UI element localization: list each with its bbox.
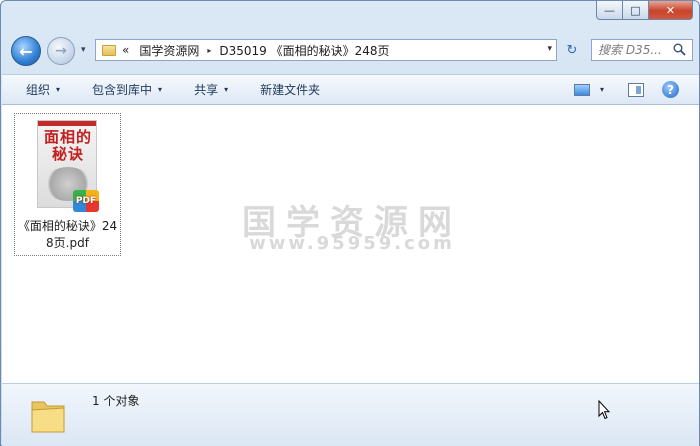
caption-buttons: — □ ✕ [596,1,693,20]
watermark-url: www.95959.com [249,233,455,254]
refresh-icon: ↻ [566,42,578,58]
mouse-cursor-icon [598,400,610,420]
change-view-button[interactable]: ▾ [573,83,604,96]
thumbnail-band [38,121,96,126]
arrow-right-icon: → [55,43,67,59]
include-library-label: 包含到库中 [92,83,153,97]
toolbar-right-group: ▾ ? [573,75,699,104]
explorer-window: — □ ✕ ← → ▾ « 国学资源网 ▸ D35019 《面相的秘诀》248页… [0,0,700,446]
details-pane: 1 个对象 [2,383,699,446]
arrow-left-icon: ← [19,41,33,61]
breadcrumb-overflow[interactable]: « [122,43,129,57]
chevron-down-icon: ▾ [224,85,229,94]
chevron-down-icon: ▾ [56,85,61,94]
search-box[interactable] [591,39,693,61]
share-button[interactable]: 共享 ▾ [174,75,240,104]
address-dropdown-icon[interactable]: ▾ [547,44,552,54]
breadcrumb: « 国学资源网 ▸ D35019 《面相的秘诀》248页 [122,42,390,59]
breadcrumb-item-root[interactable]: 国学资源网 [139,42,199,59]
thumbnail-title: 面相的秘诀 [43,128,92,163]
new-folder-button[interactable]: 新建文件夹 [240,75,332,104]
new-folder-label: 新建文件夹 [260,83,321,97]
chevron-right-icon[interactable]: ▸ [207,46,211,55]
organize-button[interactable]: 组织 ▾ [2,75,72,104]
back-button[interactable]: ← [11,36,41,66]
command-bar: 组织 ▾ 包含到库中 ▾ 共享 ▾ 新建文件夹 ▾ ? [2,74,699,105]
preview-pane-button[interactable] [628,82,644,97]
recent-pages-dropdown[interactable]: ▾ [81,45,86,55]
share-label: 共享 [194,83,219,97]
item-count: 1 个对象 [92,394,140,408]
view-icon [573,83,590,96]
pdf-icon: PDF [73,190,99,212]
minimize-button[interactable]: — [596,1,623,20]
file-name: 《面相的秘诀》248页.pdf [17,219,118,250]
chevron-down-icon: ▾ [158,85,163,94]
preview-pane-icon [628,82,644,97]
organize-label: 组织 [26,83,51,97]
help-button[interactable]: ? [662,81,679,98]
search-input[interactable] [598,43,670,57]
search-icon[interactable] [673,43,686,56]
file-list-area[interactable]: 国学资源网 www.95959.com 面相的秘诀 PDF 《面相的秘诀》248… [2,105,699,383]
address-bar[interactable]: « 国学资源网 ▸ D35019 《面相的秘诀》248页 ▾ [95,39,557,61]
folder-icon [31,401,65,433]
breadcrumb-item-current[interactable]: D35019 《面相的秘诀》248页 [219,42,389,59]
folder-icon [102,44,116,56]
maximize-button[interactable]: □ [623,1,649,20]
include-in-library-button[interactable]: 包含到库中 ▾ [72,75,174,104]
file-item[interactable]: 面相的秘诀 PDF 《面相的秘诀》248页.pdf [14,113,121,256]
forward-button[interactable]: → [47,37,75,65]
chevron-down-icon: ▾ [599,85,604,94]
refresh-button[interactable]: ↻ [559,39,585,61]
help-icon: ? [662,81,679,98]
close-button[interactable]: ✕ [649,1,693,20]
